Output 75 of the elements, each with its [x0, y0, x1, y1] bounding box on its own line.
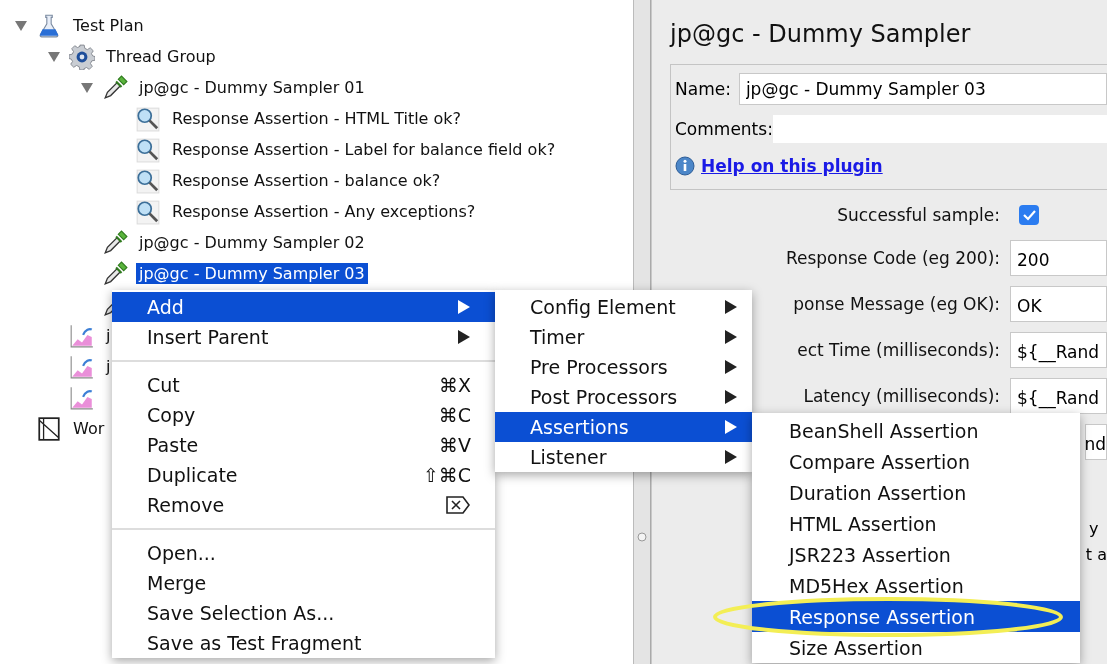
name-label: Name:: [675, 79, 731, 99]
tree-item[interactable]: Response Assertion - HTML Title ok?: [169, 108, 465, 129]
flask-icon: [36, 12, 62, 39]
menu-item[interactable]: Duration Assertion: [752, 477, 1080, 508]
tree-item[interactable]: Test Plan: [70, 15, 147, 36]
menu-item[interactable]: Open...: [112, 538, 495, 568]
menu-item[interactable]: HTML Assertion: [752, 508, 1080, 539]
text-field[interactable]: 200: [1010, 240, 1107, 276]
checkbox[interactable]: [1018, 204, 1040, 226]
tree-item[interactable]: jp@gc - Dummy Sampler 03: [136, 263, 368, 284]
text-field[interactable]: ${__Rand: [1010, 332, 1107, 368]
dropper-icon: [102, 229, 128, 256]
magnifier-icon: [135, 167, 161, 194]
tree-item[interactable]: Thread Group: [103, 46, 219, 67]
tree-item[interactable]: jp@gc - Dummy Sampler 02: [136, 232, 368, 253]
menu-item[interactable]: Timer: [495, 322, 752, 352]
notebook-icon: [36, 415, 62, 442]
tree-item[interactable]: Response Assertion - Label for balance field ok?: [169, 139, 559, 160]
field-label: Response Code (eg 200):: [785, 248, 1001, 268]
menu-item[interactable]: Paste ⌘V: [112, 430, 495, 460]
menu-item[interactable]: Config Element: [495, 292, 752, 322]
chart-icon: [69, 353, 95, 380]
submenu-arrow-icon: [724, 419, 738, 435]
gear-icon: [69, 43, 95, 70]
menu-item[interactable]: Merge: [112, 568, 495, 598]
partial-text: t a: [1085, 544, 1107, 566]
menu-item[interactable]: Add: [112, 292, 495, 322]
split-handle-icon[interactable]: [637, 532, 647, 542]
menu-item[interactable]: Insert Parent: [112, 322, 495, 352]
field-label: ect Time (milliseconds):: [797, 340, 1001, 360]
menu-item[interactable]: Remove: [112, 490, 495, 520]
submenu-arrow-icon: [724, 359, 738, 375]
tree-item[interactable]: Response Assertion - balance ok?: [169, 170, 444, 191]
text-field[interactable]: ${__Rand: [1010, 378, 1107, 414]
info-icon: [675, 156, 695, 176]
text-field[interactable]: OK: [1010, 286, 1107, 322]
text-field[interactable]: nd: [1085, 424, 1107, 460]
menu-item[interactable]: Compare Assertion: [752, 446, 1080, 477]
menu-item[interactable]: JSR223 Assertion: [752, 539, 1080, 570]
magnifier-icon: [135, 136, 161, 163]
chart-icon: [69, 384, 95, 411]
menu-item[interactable]: Size Assertion: [752, 632, 1080, 663]
menu-item[interactable]: Listener: [495, 442, 752, 472]
magnifier-icon: [135, 198, 161, 225]
partial-text: y: [1089, 518, 1100, 540]
menu-item[interactable]: MD5Hex Assertion: [752, 570, 1080, 601]
tree-item[interactable]: j: [103, 356, 114, 377]
dropper-icon: [102, 74, 128, 101]
submenu-arrow-icon: [724, 329, 738, 345]
field-label: Successful sample:: [837, 205, 1001, 225]
dropper-icon: [102, 260, 128, 287]
menu-item[interactable]: Save as Test Fragment: [112, 628, 495, 658]
submenu-arrow-icon: [724, 449, 738, 465]
tree-item[interactable]: jp@gc - Dummy Sampler 01: [136, 77, 368, 98]
tree-item[interactable]: Response Assertion - Any exceptions?: [169, 201, 479, 222]
submenu-arrow-icon: [724, 299, 738, 315]
menu-item[interactable]: Duplicate ⇧⌘C: [112, 460, 495, 490]
field-label: Latency (milliseconds):: [803, 386, 1001, 406]
tree-item[interactable]: j: [103, 325, 114, 346]
help-link[interactable]: Help on this plugin: [701, 156, 883, 176]
menu-item[interactable]: Pre Processors: [495, 352, 752, 382]
submenu-arrow-icon: [724, 389, 738, 405]
menu-item[interactable]: Post Processors: [495, 382, 752, 412]
magnifier-icon: [135, 105, 161, 132]
menu-item[interactable]: Assertions: [495, 412, 752, 442]
name-field[interactable]: jp@gc - Dummy Sampler 03: [738, 73, 1107, 105]
menu-item[interactable]: Save Selection As...: [112, 598, 495, 628]
panel-title: jp@gc - Dummy Sampler: [670, 20, 972, 50]
menu-item[interactable]: Cut ⌘X: [112, 370, 495, 400]
field-label: ponse Message (eg OK):: [793, 294, 1001, 314]
tree-item[interactable]: Wor: [70, 418, 108, 439]
chart-icon: [69, 322, 95, 349]
comments-label: Comments:: [675, 119, 773, 139]
menu-item[interactable]: Copy ⌘C: [112, 400, 495, 430]
menu-item[interactable]: BeanShell Assertion: [752, 415, 1080, 446]
